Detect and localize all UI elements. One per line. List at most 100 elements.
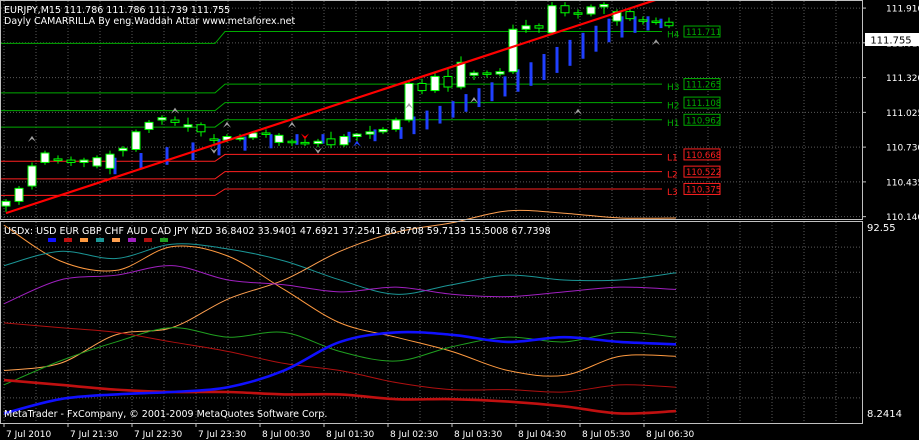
candle-body (482, 72, 492, 75)
candle-body (274, 134, 284, 143)
candle-body (40, 152, 50, 163)
level-name: L2 (667, 171, 678, 181)
sub-window-title: USDx: USD EUR GBP CHF AUD CAD JPY NZD 36… (4, 226, 551, 237)
candle-body (508, 28, 518, 73)
level-value-label: 111.265 (686, 81, 721, 91)
signal-bar (165, 147, 169, 165)
signal-bar (269, 134, 273, 149)
level-name: L1 (667, 153, 678, 163)
series-marker-eur (64, 238, 72, 242)
candle-body (599, 4, 609, 8)
candle-body (547, 5, 557, 34)
candle-body (300, 141, 310, 145)
x-tick-label: 8 Jul 03:30 (454, 430, 503, 440)
x-tick-label: 7 Jul 21:30 (70, 430, 119, 440)
candle-body (430, 75, 440, 92)
y-tick-label: 110.140 (886, 213, 919, 223)
symbol-info: EURJPY,M15 111.786 111.786 111.739 111.7… (4, 5, 230, 16)
signal-bar (217, 138, 221, 156)
candle-body (105, 153, 115, 169)
candle-body (469, 72, 479, 76)
signal-bar (451, 101, 455, 118)
candle-body (378, 128, 388, 133)
candle-body (287, 140, 297, 144)
candle-body (560, 5, 570, 14)
candle-body (170, 119, 180, 123)
y-tick-label: 111.025 (886, 109, 919, 119)
signal-bar (607, 18, 611, 43)
candle-body (664, 21, 674, 27)
x-tick-label: 8 Jul 06:30 (646, 430, 695, 440)
candle-body (352, 133, 362, 138)
level-value-label: 110.962 (686, 116, 721, 126)
series-marker-gbp (80, 238, 88, 242)
level-name: H4 (667, 31, 680, 41)
candle-body (79, 159, 89, 163)
candle-body (183, 124, 193, 128)
signal-bar (490, 82, 494, 102)
level-name: L3 (667, 188, 678, 198)
level-value-label: 111.711 (686, 28, 721, 38)
mt4-chart-window: H4 111.711 H3 111.265 H2 111.108 H1 110.962 L1 11… (0, 0, 919, 440)
signal-bar (555, 46, 559, 73)
signal-bar (516, 69, 520, 92)
signal-bar (438, 105, 442, 124)
level-name: H2 (667, 102, 680, 112)
signal-bar (646, 16, 650, 31)
candle-body (53, 158, 63, 161)
signal-bar (373, 129, 377, 142)
x-tick-label: 7 Jul 2010 (6, 430, 51, 440)
series-marker-aud (112, 238, 120, 242)
candle-body (521, 25, 531, 30)
candle-body (391, 119, 401, 130)
sub-scale-top: 92.55 (867, 223, 896, 234)
candle-body (586, 6, 596, 15)
candle-body (131, 131, 141, 150)
signal-bar (139, 153, 143, 170)
candle-body (573, 12, 583, 15)
candle-body (326, 138, 336, 146)
signal-bar (542, 54, 546, 80)
candle-body (365, 131, 375, 135)
candle-body (638, 19, 648, 22)
y-tick-label: 110.730 (886, 144, 919, 154)
candle-body (92, 157, 102, 167)
candle-body (456, 61, 466, 88)
x-tick-label: 8 Jul 04:30 (518, 430, 567, 440)
signal-bar (529, 62, 533, 86)
series-marker-chf (96, 238, 104, 242)
candle-body (443, 75, 453, 88)
signal-bar (594, 25, 598, 52)
candle-body (144, 121, 154, 130)
y-tick-label: 110.435 (886, 178, 919, 188)
candle-body (261, 132, 271, 135)
copyright-text: MetaTrader - FxCompany, © 2001-2009 Meta… (4, 409, 327, 420)
signal-bar (477, 88, 481, 108)
signal-bar (568, 39, 572, 66)
y-tick-label: 111.320 (886, 74, 919, 84)
x-tick-label: 8 Jul 01:30 (326, 430, 375, 440)
candle-body (14, 187, 24, 202)
series-marker-cad (128, 238, 136, 242)
x-tick-label: 7 Jul 23:30 (198, 430, 247, 440)
level-value-label: 111.108 (686, 99, 721, 109)
candle-body (209, 138, 219, 141)
x-tick-label: 8 Jul 05:30 (582, 430, 631, 440)
candle-body (27, 165, 37, 187)
series-marker-jpy (144, 238, 152, 242)
signal-bar (425, 110, 429, 130)
signal-bar (464, 94, 468, 112)
x-tick-label: 8 Jul 00:30 (262, 430, 311, 440)
signal-bar (659, 18, 663, 29)
level-value-label: 110.522 (686, 168, 721, 178)
candle-body (66, 159, 76, 163)
y-tick-label: 111.910 (886, 5, 919, 15)
candle-body (313, 140, 323, 145)
candle-body (534, 25, 544, 29)
candle-body (495, 71, 505, 75)
x-tick-label: 7 Jul 22:30 (134, 430, 183, 440)
level-value-label: 110.375 (686, 185, 721, 195)
candle-body (196, 124, 206, 133)
candle-body (339, 136, 349, 146)
candle-body (118, 147, 128, 152)
